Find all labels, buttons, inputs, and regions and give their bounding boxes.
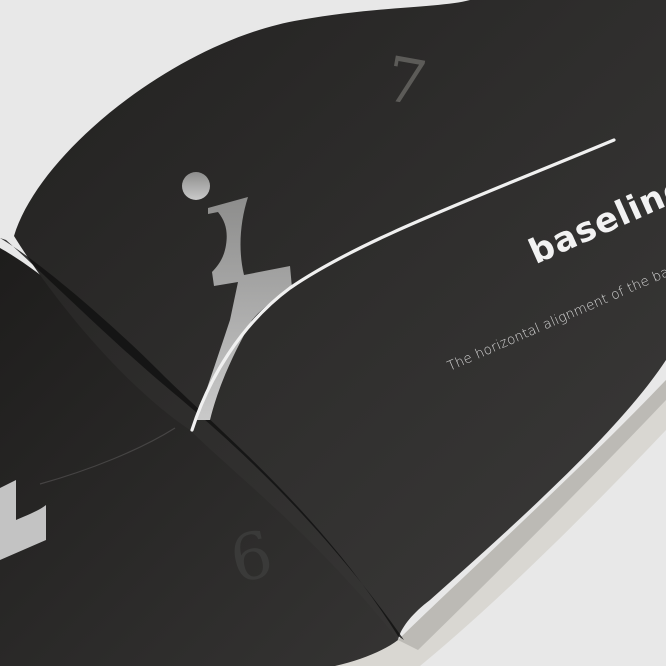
open-book [0, 0, 666, 666]
book-photo: 7 6 baseline The horizontal alignment of… [0, 0, 666, 666]
